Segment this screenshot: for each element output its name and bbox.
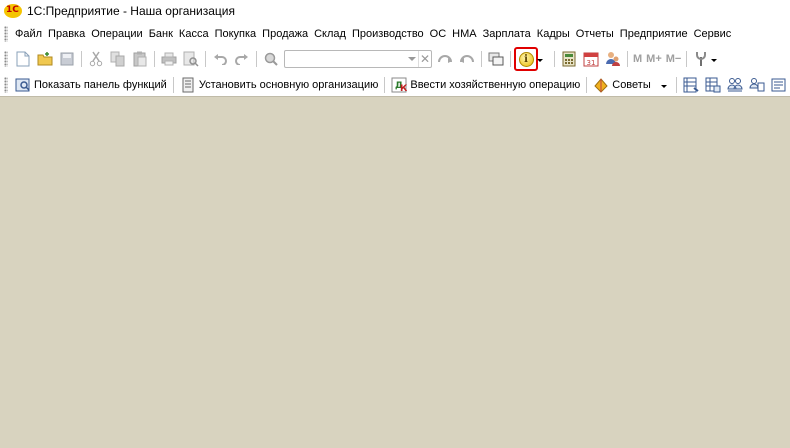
search-icon[interactable]	[260, 48, 282, 70]
save-icon[interactable]	[56, 48, 78, 70]
account-report-icon[interactable]	[702, 74, 724, 96]
separator	[384, 76, 386, 93]
tips-dropdown-icon[interactable]	[660, 82, 668, 88]
search-combobox[interactable]: ✕	[284, 50, 432, 68]
show-function-panel-button[interactable]: Показать панель функций	[12, 75, 170, 95]
menu-bar: Файл Правка Операции Банк Касса Покупка …	[0, 22, 790, 45]
separator	[172, 76, 174, 93]
windows-icon[interactable]	[485, 48, 507, 70]
settings-tools-icon[interactable]	[690, 48, 712, 70]
undo-icon[interactable]	[209, 48, 231, 70]
calendar-icon[interactable]: 31	[580, 48, 602, 70]
menu-hr[interactable]: Кадры	[534, 28, 573, 40]
menubar-grip[interactable]	[4, 25, 8, 42]
organization-icon	[180, 77, 196, 93]
standard-toolbar: ✕ i 31 M M+ M−	[0, 45, 790, 73]
memory-button[interactable]: M	[631, 53, 644, 65]
memory-minus-button[interactable]: M−	[664, 53, 684, 65]
menu-service[interactable]: Сервис	[691, 28, 735, 40]
print-preview-icon[interactable]	[180, 48, 202, 70]
info-button[interactable]: i	[514, 47, 538, 71]
toolbar-grip[interactable]	[4, 51, 8, 67]
function-panel-icon	[15, 77, 31, 93]
menu-bank[interactable]: Банк	[146, 28, 176, 40]
separator	[675, 76, 677, 93]
separator	[81, 51, 82, 67]
copy-icon[interactable]	[107, 48, 129, 70]
users-icon[interactable]	[602, 48, 624, 70]
separator	[510, 51, 511, 67]
separator	[205, 51, 206, 67]
separator	[627, 51, 628, 67]
calendar-day: 31	[587, 59, 596, 67]
cut-icon[interactable]	[85, 48, 107, 70]
menu-warehouse[interactable]: Склад	[311, 28, 349, 40]
menu-production[interactable]: Производство	[349, 28, 427, 40]
window-title: 1С:Предприятие - Наша организация	[27, 4, 235, 18]
functions-toolbar: Показать панель функций Установить основ…	[0, 73, 790, 97]
separator	[481, 51, 482, 67]
menu-intangibles[interactable]: НМА	[449, 28, 479, 40]
paste-icon[interactable]	[129, 48, 151, 70]
find-previous-icon[interactable]	[456, 48, 478, 70]
employees-icon[interactable]	[746, 74, 768, 96]
menu-purchase[interactable]: Покупка	[212, 28, 260, 40]
new-document-icon[interactable]	[12, 48, 34, 70]
separator	[154, 51, 155, 67]
clear-icon[interactable]: ✕	[418, 51, 431, 67]
menu-fixed-assets[interactable]: ОС	[427, 28, 450, 40]
tips-label: Советы	[612, 78, 651, 91]
open-folder-icon[interactable]	[34, 48, 56, 70]
combo-dropdown-icon[interactable]	[406, 51, 418, 67]
menu-operations[interactable]: Операции	[88, 28, 145, 40]
separator	[256, 51, 257, 67]
calculator-icon[interactable]	[558, 48, 580, 70]
enter-business-operation-button[interactable]: ДК Ввести хозяйственную операцию	[388, 75, 583, 95]
toolbar-grip[interactable]	[4, 76, 8, 93]
menu-enterprise[interactable]: Предприятие	[617, 28, 691, 40]
title-bar: 1С 1С:Предприятие - Наша организация	[0, 0, 790, 22]
app-logo-icon: 1С	[4, 4, 22, 18]
enter-business-operation-label: Ввести хозяйственную операцию	[410, 78, 581, 91]
redo-icon[interactable]	[231, 48, 253, 70]
set-main-organization-label: Установить основную организацию	[198, 78, 379, 91]
separator	[686, 51, 688, 67]
info-dropdown-icon[interactable]	[536, 56, 544, 62]
menu-edit[interactable]: Правка	[45, 28, 88, 40]
logo-text: 1С	[6, 5, 19, 15]
info-icon: i	[518, 51, 534, 67]
main-workspace	[0, 97, 790, 448]
menu-salary[interactable]: Зарплата	[480, 28, 534, 40]
memory-plus-button[interactable]: M+	[644, 53, 664, 65]
set-main-organization-button[interactable]: Установить основную организацию	[177, 75, 382, 95]
menu-file[interactable]: Файл	[12, 28, 45, 40]
journal-icon[interactable]	[768, 74, 790, 96]
show-function-panel-label: Показать панель функций	[34, 78, 167, 91]
menu-cash[interactable]: Касса	[176, 28, 212, 40]
print-icon[interactable]	[158, 48, 180, 70]
debit-credit-icon: ДК	[391, 77, 407, 93]
separator	[554, 51, 555, 67]
svg-text:К: К	[400, 84, 407, 93]
menu-reports[interactable]: Отчеты	[573, 28, 617, 40]
find-next-icon[interactable]	[434, 48, 456, 70]
chart-of-accounts-icon[interactable]	[680, 74, 702, 96]
menu-sales[interactable]: Продажа	[259, 28, 311, 40]
counterparties-icon[interactable]	[724, 74, 746, 96]
tips-icon	[593, 77, 609, 93]
tips-button[interactable]: Советы	[590, 75, 653, 95]
separator	[586, 76, 588, 93]
